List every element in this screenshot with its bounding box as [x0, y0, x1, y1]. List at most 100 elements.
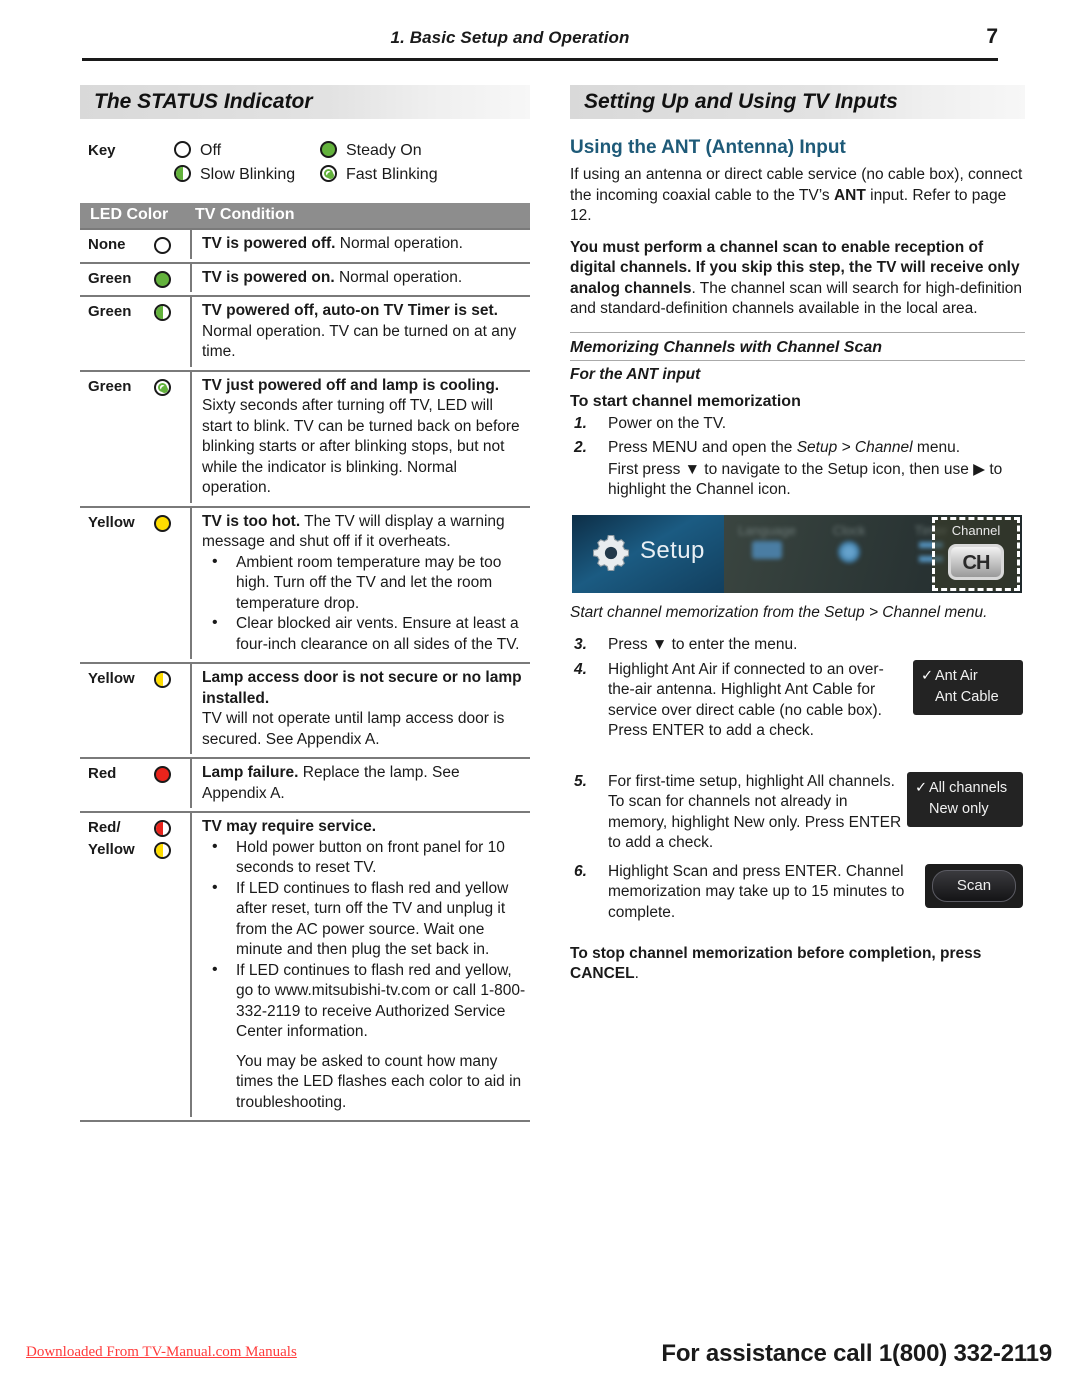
condition-text: Normal operation. — [334, 268, 463, 286]
setup-channel-path: Setup > Channel — [796, 439, 913, 456]
scan-osd-chip[interactable]: Scan — [925, 863, 1023, 908]
header-rule — [82, 58, 998, 61]
led-color-name: Green — [88, 377, 132, 395]
cancel-key-label: CANCEL — [570, 965, 635, 982]
led-color-cell: Green — [80, 297, 188, 322]
ant-air-option-label: Ant Air — [671, 660, 718, 678]
step-number: 4. — [574, 660, 587, 678]
led-color-cell: Yellow — [80, 508, 188, 532]
channel-scope-osd-chip[interactable]: ✓ All channels New only — [907, 771, 1023, 827]
ant-cable-row[interactable]: Ant Cable — [921, 689, 999, 705]
memorizing-heading: Memorizing Channels with Channel Scan — [570, 339, 1025, 361]
enter-key-label: ENTER — [784, 862, 838, 880]
key-label: Key — [88, 142, 116, 159]
step4-g: to add a check. — [704, 722, 814, 739]
divider — [570, 331, 1025, 333]
led-half-green-icon — [154, 304, 171, 322]
tv-condition-cell: TV is too hot. The TV will display a war… — [190, 507, 530, 659]
step-1: 1. Power on the TV. — [570, 414, 1025, 435]
step6-a: Highlight — [608, 862, 673, 880]
ant-air-row[interactable]: ✓ Ant Air — [921, 668, 978, 684]
key-label-off: Off — [200, 142, 222, 159]
page-number: 7 — [986, 25, 998, 48]
ant-para-text-b: ANT — [833, 186, 866, 204]
new-only-row[interactable]: New only — [915, 801, 989, 817]
led-steady-on-icon — [320, 141, 337, 159]
table-header-row: LED Color TV Condition — [80, 203, 530, 228]
led-color-name-secondary: Yellow — [88, 841, 135, 858]
led-half-yellow-icon — [154, 671, 171, 689]
step6-c: and press — [707, 862, 785, 880]
list-item: If LED continues to flash red and yellow… — [202, 878, 526, 961]
antenna-source-osd-chip[interactable]: ✓ Ant Air Ant Cable — [913, 659, 1023, 715]
ant-paragraph-1: If using an antenna or direct cable serv… — [570, 165, 1025, 227]
led-color-name: Green — [88, 303, 132, 320]
led-color-cell: Green — [80, 264, 188, 288]
led-fast-blinking-icon — [320, 165, 337, 183]
key-item-fast-blinking: Fast Blinking — [320, 165, 438, 183]
channel-menu-item-selected[interactable]: Channel CH — [932, 516, 1020, 591]
scan-button[interactable]: Scan — [932, 869, 1016, 902]
setup-submenu-strip: Language Clock Timer Channel CH — [724, 514, 1022, 593]
key-item-steady-on: Steady On — [320, 141, 422, 159]
tv-condition-cell: TV powered off, auto-on TV Timer is set.… — [190, 297, 530, 367]
condition-paragraph: TV will not operate until lamp access do… — [202, 710, 505, 748]
table-row: Green TV just powered off and lamp is co… — [80, 369, 530, 506]
table-row: Green TV powered off, auto-on TV Timer i… — [80, 295, 530, 370]
all-channels-chip-label: All channels — [929, 779, 1008, 796]
ant-input-heading: Using the ANT (Antenna) Input — [570, 137, 846, 158]
condition-bold: TV is powered off. — [202, 235, 336, 252]
key-item-slow-blinking: Slow Blinking — [174, 165, 295, 183]
footer-assistance-phone: For assistance call 1(800) 332-2119 — [661, 1340, 1052, 1367]
condition-text: Normal operation. — [335, 235, 463, 252]
for-ant-input-heading: For the ANT input — [570, 365, 701, 383]
step-number: 6. — [574, 862, 587, 880]
channel-memorization-steps: 1. Power on the TV. 2. Press MENU and op… — [570, 414, 1025, 501]
clock-icon — [838, 540, 860, 563]
stop-note-c: . — [634, 965, 639, 982]
step5-g: to add a check. — [608, 834, 714, 851]
led-half-yellow-icon — [154, 842, 171, 860]
step-text-c: and open the — [697, 439, 797, 456]
ant-cable-option-label: Ant Cable — [784, 681, 853, 698]
condition-paragraph: Sixty seconds after turning off TV, LED … — [202, 397, 520, 496]
ant-cable-chip-label: Ant Cable — [935, 688, 999, 705]
channel-label: Channel — [951, 522, 1001, 538]
key-label-fast-blinking: Fast Blinking — [346, 166, 438, 183]
check-icon: ✓ — [921, 667, 934, 684]
led-color-name: None — [88, 236, 126, 253]
page-header: 1. Basic Setup and Operation 7 — [82, 25, 998, 62]
right-column: Setting Up and Using TV Inputs Using the… — [570, 85, 1025, 985]
key-label-slow-blinking: Slow Blinking — [200, 166, 296, 183]
stop-note-a: To stop channel memorization before comp… — [570, 944, 982, 962]
column-header-tv-condition: TV Condition — [195, 206, 295, 223]
list-item: Clear blocked air vents. Ensure at least… — [202, 613, 526, 655]
led-color-name: Yellow — [88, 670, 135, 687]
language-label: Language — [738, 522, 796, 538]
tv-condition-cell: Lamp failure. Replace the lamp. See Appe… — [190, 759, 530, 808]
tv-condition-cell: TV is powered off. Normal operation. — [190, 230, 530, 259]
condition-bold: TV may require service. — [202, 818, 377, 835]
condition-bullet-list: Hold power button on front panel for 10 … — [202, 837, 526, 1043]
channel-ch-icon: CH — [948, 543, 1004, 580]
enter-key-label: ENTER — [848, 813, 902, 831]
step-number: 3. — [574, 636, 587, 653]
led-steady-red-icon — [154, 766, 171, 784]
chapter-title: 1. Basic Setup and Operation — [390, 28, 630, 47]
footer-source-link[interactable]: Downloaded From TV-Manual.com Manuals — [26, 1344, 297, 1361]
status-indicator-section-bar: The STATUS Indicator — [80, 85, 530, 119]
condition-bold: Lamp failure. — [202, 764, 299, 781]
step-sub-text: First press ▼ to navigate to the Setup i… — [608, 460, 1003, 499]
tv-condition-cell: Lamp access door is not secure or no lam… — [190, 664, 530, 754]
enter-key-label: ENTER — [651, 722, 705, 739]
setup-menu-label: Setup — [640, 536, 705, 564]
table-row: Yellow TV is too hot. The TV will displa… — [80, 505, 530, 663]
step-3: 3. Press ▼ to enter the menu. — [570, 635, 1025, 656]
led-off-icon — [174, 141, 191, 159]
all-channels-row[interactable]: ✓ All channels — [915, 780, 1007, 796]
led-status-table: LED Color TV Condition None TV is powere… — [80, 203, 530, 1122]
tv-inputs-section-bar: Setting Up and Using TV Inputs — [570, 85, 1025, 119]
led-color-cell: Red/ Yellow — [80, 813, 188, 860]
language-menu-item-blurred: Language — [728, 523, 806, 559]
condition-paragraph: Normal operation. TV can be turned on at… — [202, 322, 517, 361]
